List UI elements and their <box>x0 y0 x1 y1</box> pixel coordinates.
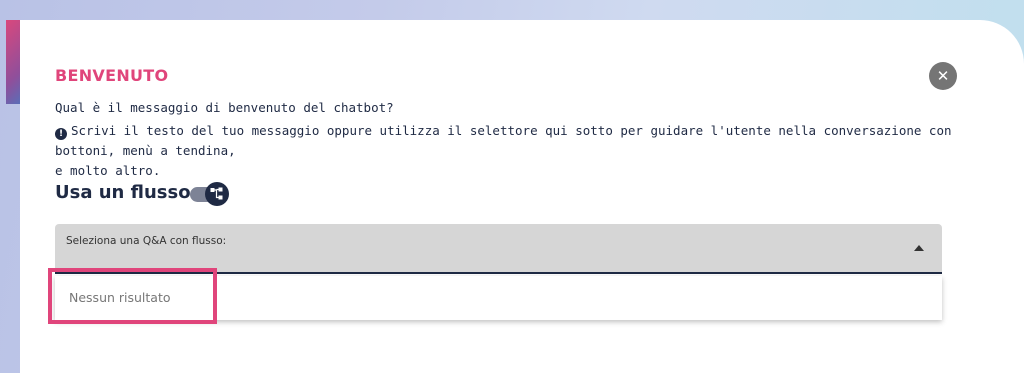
close-icon: ✕ <box>936 67 950 85</box>
close-button[interactable]: ✕ <box>929 62 957 90</box>
select-label: Seleziona una Q&A con flusso: <box>66 235 227 247</box>
hint-line-1: Scrivi il testo del tuo messaggio oppure… <box>55 123 952 158</box>
hint-text: ! Scrivi il testo del tuo messaggio oppur… <box>55 121 955 181</box>
qa-flow-select[interactable]: Seleziona una Q&A con flusso: <box>55 224 942 274</box>
caret-up-icon[interactable] <box>914 245 924 251</box>
dialog-title: BENVENUTO <box>55 66 169 85</box>
info-icon: ! <box>55 128 67 140</box>
flow-section-title: Usa un flusso <box>55 182 191 203</box>
hint-line-2: e molto altro. <box>55 163 161 178</box>
highlight-annotation-box <box>48 268 217 324</box>
use-flow-toggle[interactable] <box>190 182 230 206</box>
flow-icon <box>210 187 223 200</box>
toggle-thumb <box>205 182 229 206</box>
welcome-question: Qual è il messaggio di benvenuto del cha… <box>55 100 394 115</box>
